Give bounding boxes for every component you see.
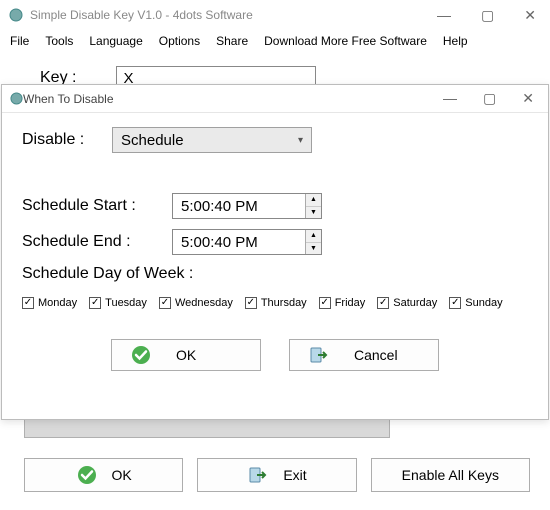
dow-friday: Friday [335, 297, 366, 309]
ok-label: OK [112, 467, 132, 483]
dow-tuesday: Tuesday [105, 297, 147, 309]
menu-tools[interactable]: Tools [45, 34, 73, 48]
dow-wednesday: Wednesday [175, 297, 233, 309]
app-icon [8, 7, 24, 23]
enable-all-keys-button[interactable]: Enable All Keys [371, 458, 530, 492]
ok-button[interactable]: OK [24, 458, 183, 492]
dow-row: ✓ Monday ✓ Tuesday ✓ Wednesday ✓ Thursday ✓ F… [22, 297, 528, 309]
menu-download[interactable]: Download More Free Software [264, 34, 427, 48]
menubar: File Tools Language Options Share Downlo… [0, 30, 550, 54]
dialog-minimize-button[interactable]: — [437, 88, 463, 109]
menu-options[interactable]: Options [159, 34, 200, 48]
dialog-app-icon [10, 92, 23, 105]
schedule-start-label: Schedule Start : [22, 197, 172, 215]
menu-help[interactable]: Help [443, 34, 468, 48]
spinner-up-icon[interactable]: ▲ [306, 194, 321, 207]
ok-icon [76, 464, 98, 486]
dialog-ok-label: OK [176, 347, 196, 363]
main-button-bar: OK Exit Enable All Keys [24, 458, 530, 492]
close-button[interactable]: ✕ [518, 5, 542, 26]
disable-label: Disable : [22, 131, 112, 149]
menu-language[interactable]: Language [89, 34, 142, 48]
schedule-end-value: 5:00:40 PM [173, 230, 305, 254]
dow-sunday: Sunday [465, 297, 502, 309]
chevron-down-icon: ▾ [298, 135, 303, 146]
checkbox-sunday[interactable]: ✓ [449, 297, 461, 309]
checkbox-monday[interactable]: ✓ [22, 297, 34, 309]
when-to-disable-dialog: When To Disable — ▢ ✕ Disable : Schedule… [1, 84, 549, 420]
main-titlebar: Simple Disable Key V1.0 - 4dots Software… [0, 0, 550, 30]
schedule-end-input[interactable]: 5:00:40 PM ▲ ▼ [172, 229, 322, 255]
window-title: Simple Disable Key V1.0 - 4dots Software [30, 8, 431, 22]
checkbox-thursday[interactable]: ✓ [245, 297, 257, 309]
schedule-start-input[interactable]: 5:00:40 PM ▲ ▼ [172, 193, 322, 219]
exit-label: Exit [283, 467, 306, 483]
checkbox-tuesday[interactable]: ✓ [89, 297, 101, 309]
menu-file[interactable]: File [10, 34, 29, 48]
dialog-cancel-button[interactable]: Cancel [289, 339, 439, 371]
spinner-up-icon[interactable]: ▲ [306, 230, 321, 243]
maximize-button[interactable]: ▢ [475, 5, 500, 26]
cancel-icon [308, 344, 330, 366]
dow-label: Schedule Day of Week : [22, 265, 528, 283]
dialog-close-button[interactable]: ✕ [516, 88, 540, 109]
checkbox-saturday[interactable]: ✓ [377, 297, 389, 309]
enable-all-label: Enable All Keys [402, 467, 499, 483]
checkbox-friday[interactable]: ✓ [319, 297, 331, 309]
dialog-maximize-button[interactable]: ▢ [477, 88, 502, 109]
schedule-start-value: 5:00:40 PM [173, 194, 305, 218]
minimize-button[interactable]: — [431, 5, 457, 26]
dow-monday: Monday [38, 297, 77, 309]
dialog-title: When To Disable [23, 92, 437, 106]
exit-icon [247, 464, 269, 486]
dialog-ok-button[interactable]: OK [111, 339, 261, 371]
disable-select-value: Schedule [121, 132, 184, 149]
disable-select[interactable]: Schedule ▾ [112, 127, 312, 153]
exit-button[interactable]: Exit [197, 458, 356, 492]
checkbox-wednesday[interactable]: ✓ [159, 297, 171, 309]
ok-icon [130, 344, 152, 366]
dow-saturday: Saturday [393, 297, 437, 309]
menu-share[interactable]: Share [216, 34, 248, 48]
schedule-end-label: Schedule End : [22, 233, 172, 251]
spinner-down-icon[interactable]: ▼ [306, 243, 321, 255]
dialog-titlebar: When To Disable — ▢ ✕ [2, 85, 548, 113]
dow-thursday: Thursday [261, 297, 307, 309]
dialog-cancel-label: Cancel [354, 347, 398, 363]
schedule-start-spinner[interactable]: ▲ ▼ [305, 194, 321, 218]
spinner-down-icon[interactable]: ▼ [306, 207, 321, 219]
schedule-end-spinner[interactable]: ▲ ▼ [305, 230, 321, 254]
